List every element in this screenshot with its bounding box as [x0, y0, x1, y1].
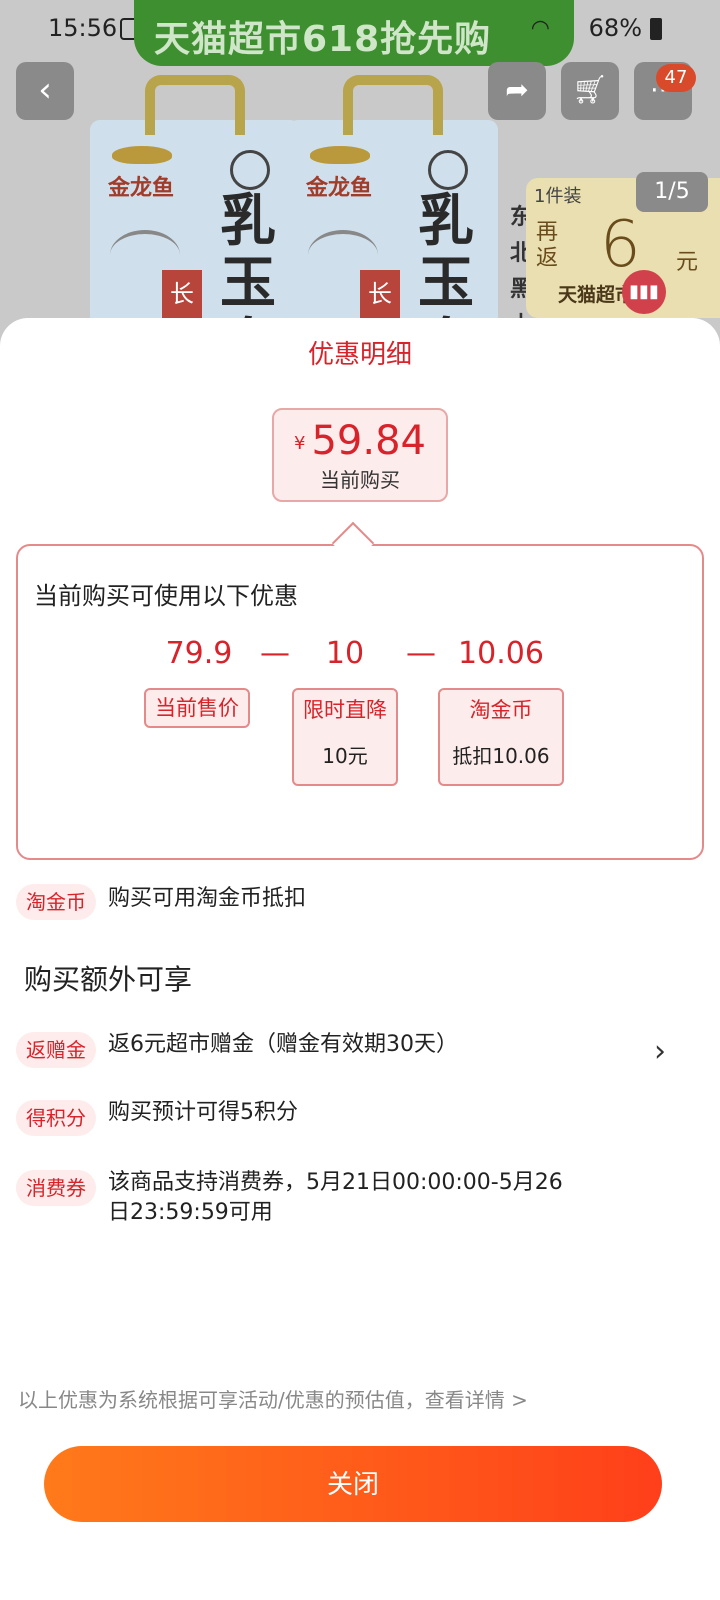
- seal-icon: [428, 150, 468, 190]
- chevron-left-icon: ‹: [38, 70, 52, 110]
- cart-icon: 🛒︎: [572, 73, 608, 106]
- brand-text: 金龙鱼: [108, 176, 175, 201]
- back-button[interactable]: ‹: [16, 62, 74, 120]
- cart-badge: 47: [656, 64, 696, 92]
- voucher-tag: 消费券: [16, 1170, 96, 1206]
- extra-benefits-heading: 购买额外可享: [24, 963, 193, 996]
- current-price: ¥59.84: [274, 418, 446, 464]
- banner-text: 天猫超市618抢先购: [154, 19, 492, 60]
- original-price-value: 79.9: [165, 636, 233, 671]
- promo-card-top: 1件装: [534, 186, 582, 207]
- discount-detail-sheet: 优惠明细 ¥59.84 当前购买 当前购买可使用以下优惠 79.9 — 10 —…: [0, 318, 720, 1600]
- promo-card-unit: 元: [676, 250, 699, 275]
- price-label: 当前购买: [320, 468, 400, 492]
- brand-text: 金龙鱼: [306, 176, 373, 201]
- minus-operator: —: [406, 636, 436, 671]
- gift-money-tag: 返赠金: [16, 1032, 96, 1068]
- image-pager: 1/5: [636, 172, 708, 212]
- currency-symbol: ¥: [294, 432, 306, 454]
- sheet-title: 优惠明细: [307, 340, 412, 370]
- points-text: 购买预计可得5积分: [108, 1100, 298, 1125]
- coin-row-tag: 淘金币: [16, 884, 96, 920]
- fish-logo-icon: [112, 146, 172, 164]
- price-value: 59.84: [311, 418, 426, 464]
- coin-row-text: 购买可用淘金币抵扣: [108, 886, 307, 911]
- share-button[interactable]: ➦: [488, 62, 546, 120]
- direct-discount-tag: 限时直降 10元: [292, 688, 398, 786]
- wifi-icon: ◠: [530, 16, 550, 41]
- coin-discount-label: 淘金币: [469, 698, 533, 722]
- gift-money-text[interactable]: 返6元超市赠金（赠金有效期30天）: [108, 1030, 628, 1060]
- status-time: 15:56: [48, 14, 118, 42]
- original-price-tag: 当前售价: [144, 688, 250, 728]
- promo-card-return: 再返: [536, 220, 559, 271]
- share-icon: ➦: [505, 73, 529, 106]
- voucher-text: 该商品支持消费券，5月21日00:00:00-5月26日23:59:59可用: [108, 1170, 563, 1225]
- discount-breakdown-box: 当前购买可使用以下优惠 79.9 — 10 — 10.06 当前售价 限时直降 …: [16, 544, 704, 860]
- direct-discount-value: 10: [325, 636, 365, 671]
- battery-icon: [650, 18, 662, 40]
- promo-banner[interactable]: 天猫超市618抢先购: [134, 0, 574, 66]
- direct-discount-label: 限时直降: [303, 698, 387, 722]
- audio-bars-icon[interactable]: ▮▮▮: [622, 270, 666, 314]
- original-price-label: 当前售价: [155, 696, 239, 720]
- close-button[interactable]: 关闭: [44, 1446, 662, 1522]
- minus-operator: —: [260, 636, 290, 671]
- cart-button[interactable]: 🛒︎: [561, 62, 619, 120]
- estimate-footnote[interactable]: 以上优惠为系统根据可享活动/优惠的预估值，查看详情 >: [18, 1384, 528, 1413]
- direct-discount-sub: 10元: [322, 744, 368, 768]
- points-tag: 得积分: [16, 1100, 96, 1136]
- breakdown-title: 当前购买可使用以下优惠: [34, 582, 298, 610]
- coin-discount-tag: 淘金币 抵扣10.06: [438, 688, 564, 786]
- coin-discount-value: 10.06: [458, 636, 544, 671]
- status-bar: 15:56 天猫超市618抢先购 ◠ 68%: [0, 0, 720, 66]
- current-price-box: ¥59.84 当前购买: [272, 408, 448, 502]
- seal-icon: [230, 150, 270, 190]
- battery-text: 68%: [588, 14, 642, 42]
- fish-logo-icon: [310, 146, 370, 164]
- chevron-right-icon[interactable]: ›: [654, 1034, 666, 1069]
- coin-discount-sub: 抵扣10.06: [452, 744, 550, 768]
